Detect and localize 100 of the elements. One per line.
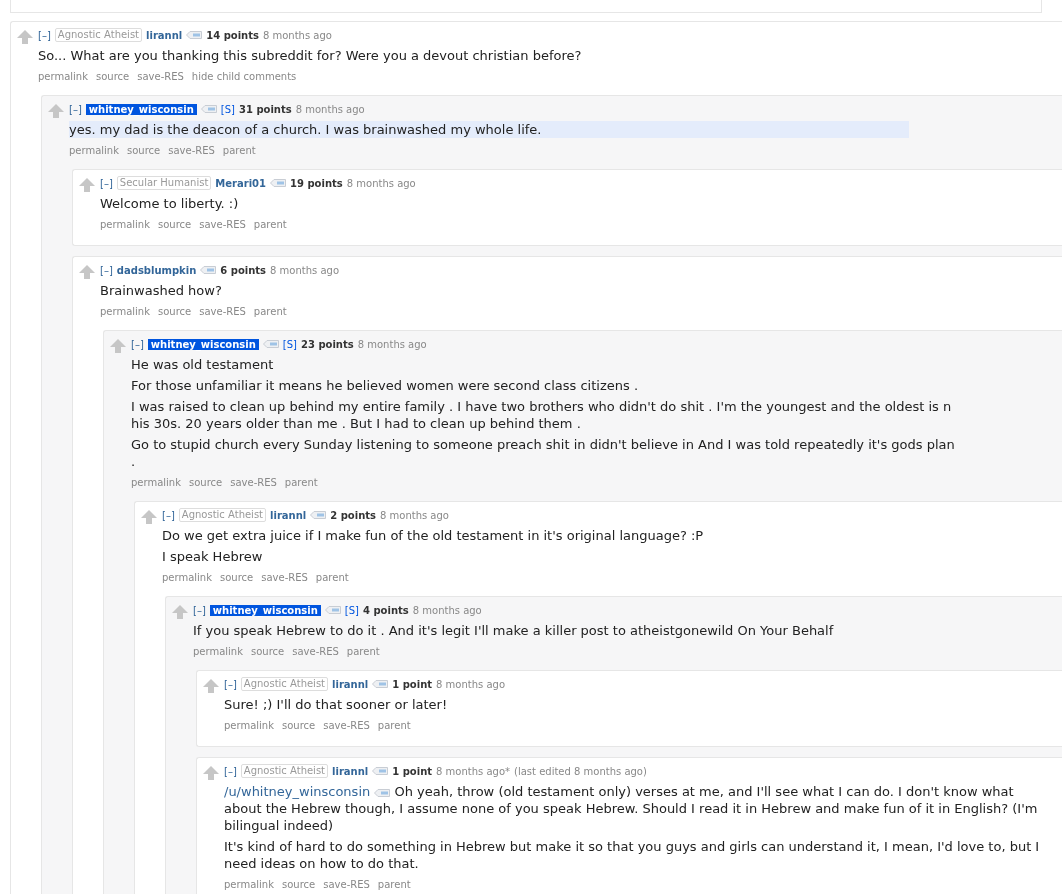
timestamp: 8 months ago* (436, 765, 510, 777)
collapse-toggle[interactable]: [–] (100, 264, 113, 276)
tag-icon[interactable] (324, 606, 341, 614)
comment-action-link[interactable]: permalink (224, 878, 274, 890)
comment-action-link[interactable]: source (158, 218, 192, 230)
comment-action-link[interactable]: save-RES (168, 144, 215, 156)
author-link[interactable]: whitney_wisconsin (209, 604, 321, 616)
score-text: 4 points (363, 604, 409, 616)
comment-action-link[interactable]: permalink (224, 719, 274, 731)
comment-text: I was raised to clean up behind my entire family . I have two brothers who didn't do shit . I'm the youngest and the oldest is n his 30s. 20 years older than me . But I had to clean up behind them . (131, 398, 953, 432)
upvote-arrow-icon[interactable] (48, 104, 64, 118)
upvote-arrow-icon[interactable] (141, 510, 157, 524)
tag-icon[interactable] (310, 511, 327, 519)
tag-icon[interactable] (200, 105, 217, 113)
tag-icon[interactable] (372, 767, 389, 775)
comment-action-link[interactable]: source (96, 70, 130, 82)
tag-icon[interactable] (200, 266, 217, 274)
collapse-toggle[interactable]: [–] (224, 678, 237, 690)
comment-action-link[interactable]: permalink (100, 305, 150, 317)
collapse-toggle[interactable]: [–] (162, 509, 175, 521)
comment-text: Go to stupid church every Sunday listening to someone preach shit in didn't believe in And I was told repeatedly it's gods plan . (131, 436, 956, 470)
score-text: 19 points (290, 177, 343, 189)
comment-action-link[interactable]: permalink (193, 645, 243, 657)
comment-action-link[interactable]: save-RES (292, 645, 339, 657)
upvote-arrow-icon[interactable] (203, 766, 219, 780)
author-link[interactable]: Merari01 (215, 177, 267, 189)
score-text: 1 point (392, 678, 433, 690)
tag-icon[interactable] (262, 340, 279, 348)
collapse-toggle[interactable]: [–] (193, 604, 206, 616)
upvote-arrow-icon[interactable] (79, 265, 95, 279)
author-link[interactable]: lirannl (332, 765, 369, 777)
comment-text: Do we get extra juice if I make fun of the old testament in it's original language? :P (162, 527, 705, 544)
comment-action-link[interactable]: parent (284, 476, 318, 488)
timestamp: 8 months ago (346, 177, 416, 189)
upvote-arrow-icon[interactable] (172, 605, 188, 619)
timestamp: 8 months ago (380, 509, 449, 521)
comment-text: If you speak Hebrew to do it . And it's legit I'll make a killer post to atheistgonewild On Your Behalf (193, 622, 835, 639)
comment-text: So... What are you thanking this subreddit for? Were you a devout christian before? (38, 47, 583, 64)
upvote-arrow-icon[interactable] (17, 30, 33, 44)
edited-note: (last edited 8 months ago) (514, 765, 647, 777)
comment-action-link[interactable]: permalink (162, 571, 212, 583)
collapse-toggle[interactable]: [–] (38, 29, 51, 41)
author-link[interactable]: dadsblumpkin (116, 264, 197, 276)
author-link[interactable]: lirannl (146, 29, 183, 41)
comment-action-link[interactable]: save-RES (199, 218, 246, 230)
comment-text: It's kind of hard to do something in Hebrew but make it so that you guys and girls can understand it, I mean, I'd love to, but I need ideas on how to do that. (224, 838, 1041, 872)
user-flair: Agnostic Atheist (240, 764, 329, 778)
author-link[interactable]: whitney_wisconsin (85, 103, 197, 115)
comment-action-link[interactable]: source (220, 571, 254, 583)
comment-action-link[interactable]: save-RES (199, 305, 246, 317)
comment-action-link[interactable]: parent (377, 719, 411, 731)
comment-action-link[interactable]: parent (377, 878, 411, 890)
collapse-toggle[interactable]: [–] (224, 765, 237, 777)
tag-icon[interactable] (374, 788, 391, 797)
submitter-link[interactable]: [S] (282, 338, 297, 350)
author-link[interactable]: lirannl (332, 678, 369, 690)
tag-icon[interactable] (186, 31, 203, 39)
submitter-link[interactable]: [S] (220, 103, 235, 115)
upvote-arrow-icon[interactable] (79, 178, 95, 192)
comment-text: yes. my dad is the deacon of a church. I was brainwashed my whole life. (69, 121, 909, 138)
user-mention-link[interactable]: /u/whitney_winsconsin (224, 784, 371, 799)
collapse-toggle[interactable]: [–] (131, 338, 144, 350)
comment-action-link[interactable]: source (127, 144, 161, 156)
comment-action-link[interactable]: hide child comments (191, 70, 297, 82)
comment-text: Sure! ;) I'll do that sooner or later! (224, 696, 449, 713)
comment-action-link[interactable]: save-RES (323, 878, 370, 890)
comment-action-link[interactable]: save-RES (137, 70, 184, 82)
comment-text: /u/whitney_winsconsin Oh yeah, throw (old testament only) verses at me, and I'll see what I can do. I don't know what about the Hebrew though, I assume none of you speak Hebrew. Should I read it in Hebrew and make fun of it in English? (I'm bilingual indeed) (224, 783, 1039, 834)
comment-action-link[interactable]: save-RES (323, 719, 370, 731)
upvote-arrow-icon[interactable] (203, 679, 219, 693)
upvote-arrow-icon[interactable] (110, 339, 126, 353)
score-text: 31 points (239, 103, 292, 115)
comment-action-link[interactable]: parent (253, 305, 287, 317)
user-flair: Agnostic Atheist (178, 508, 267, 522)
comment-action-link[interactable]: source (158, 305, 192, 317)
comment-action-link[interactable]: source (251, 645, 285, 657)
comment-action-link[interactable]: parent (315, 571, 349, 583)
comment-text: Welcome to liberty. :) (100, 195, 240, 212)
comment-action-link[interactable]: permalink (38, 70, 88, 82)
comment-action-link[interactable]: source (189, 476, 223, 488)
user-flair: Secular Humanist (116, 176, 212, 190)
comment-action-link[interactable]: permalink (131, 476, 181, 488)
comment-action-link[interactable]: save-RES (261, 571, 308, 583)
tag-icon[interactable] (270, 179, 287, 187)
comment-action-link[interactable]: save-RES (230, 476, 277, 488)
comment-action-link[interactable]: parent (346, 645, 380, 657)
comment-action-link[interactable]: permalink (69, 144, 119, 156)
author-link[interactable]: lirannl (270, 509, 307, 521)
submitter-link[interactable]: [S] (344, 604, 359, 616)
tag-icon[interactable] (372, 680, 389, 688)
comment-action-link[interactable]: source (282, 878, 316, 890)
comment-action-link[interactable]: parent (253, 218, 287, 230)
collapse-toggle[interactable]: [–] (100, 177, 113, 189)
author-link[interactable]: whitney_wisconsin (147, 338, 259, 350)
timestamp: 8 months ago (262, 29, 332, 41)
comment-action-link[interactable]: permalink (100, 218, 150, 230)
comment-action-link[interactable]: parent (222, 144, 256, 156)
collapse-toggle[interactable]: [–] (69, 103, 82, 115)
user-flair: Agnostic Atheist (240, 677, 329, 691)
comment-action-link[interactable]: source (282, 719, 316, 731)
